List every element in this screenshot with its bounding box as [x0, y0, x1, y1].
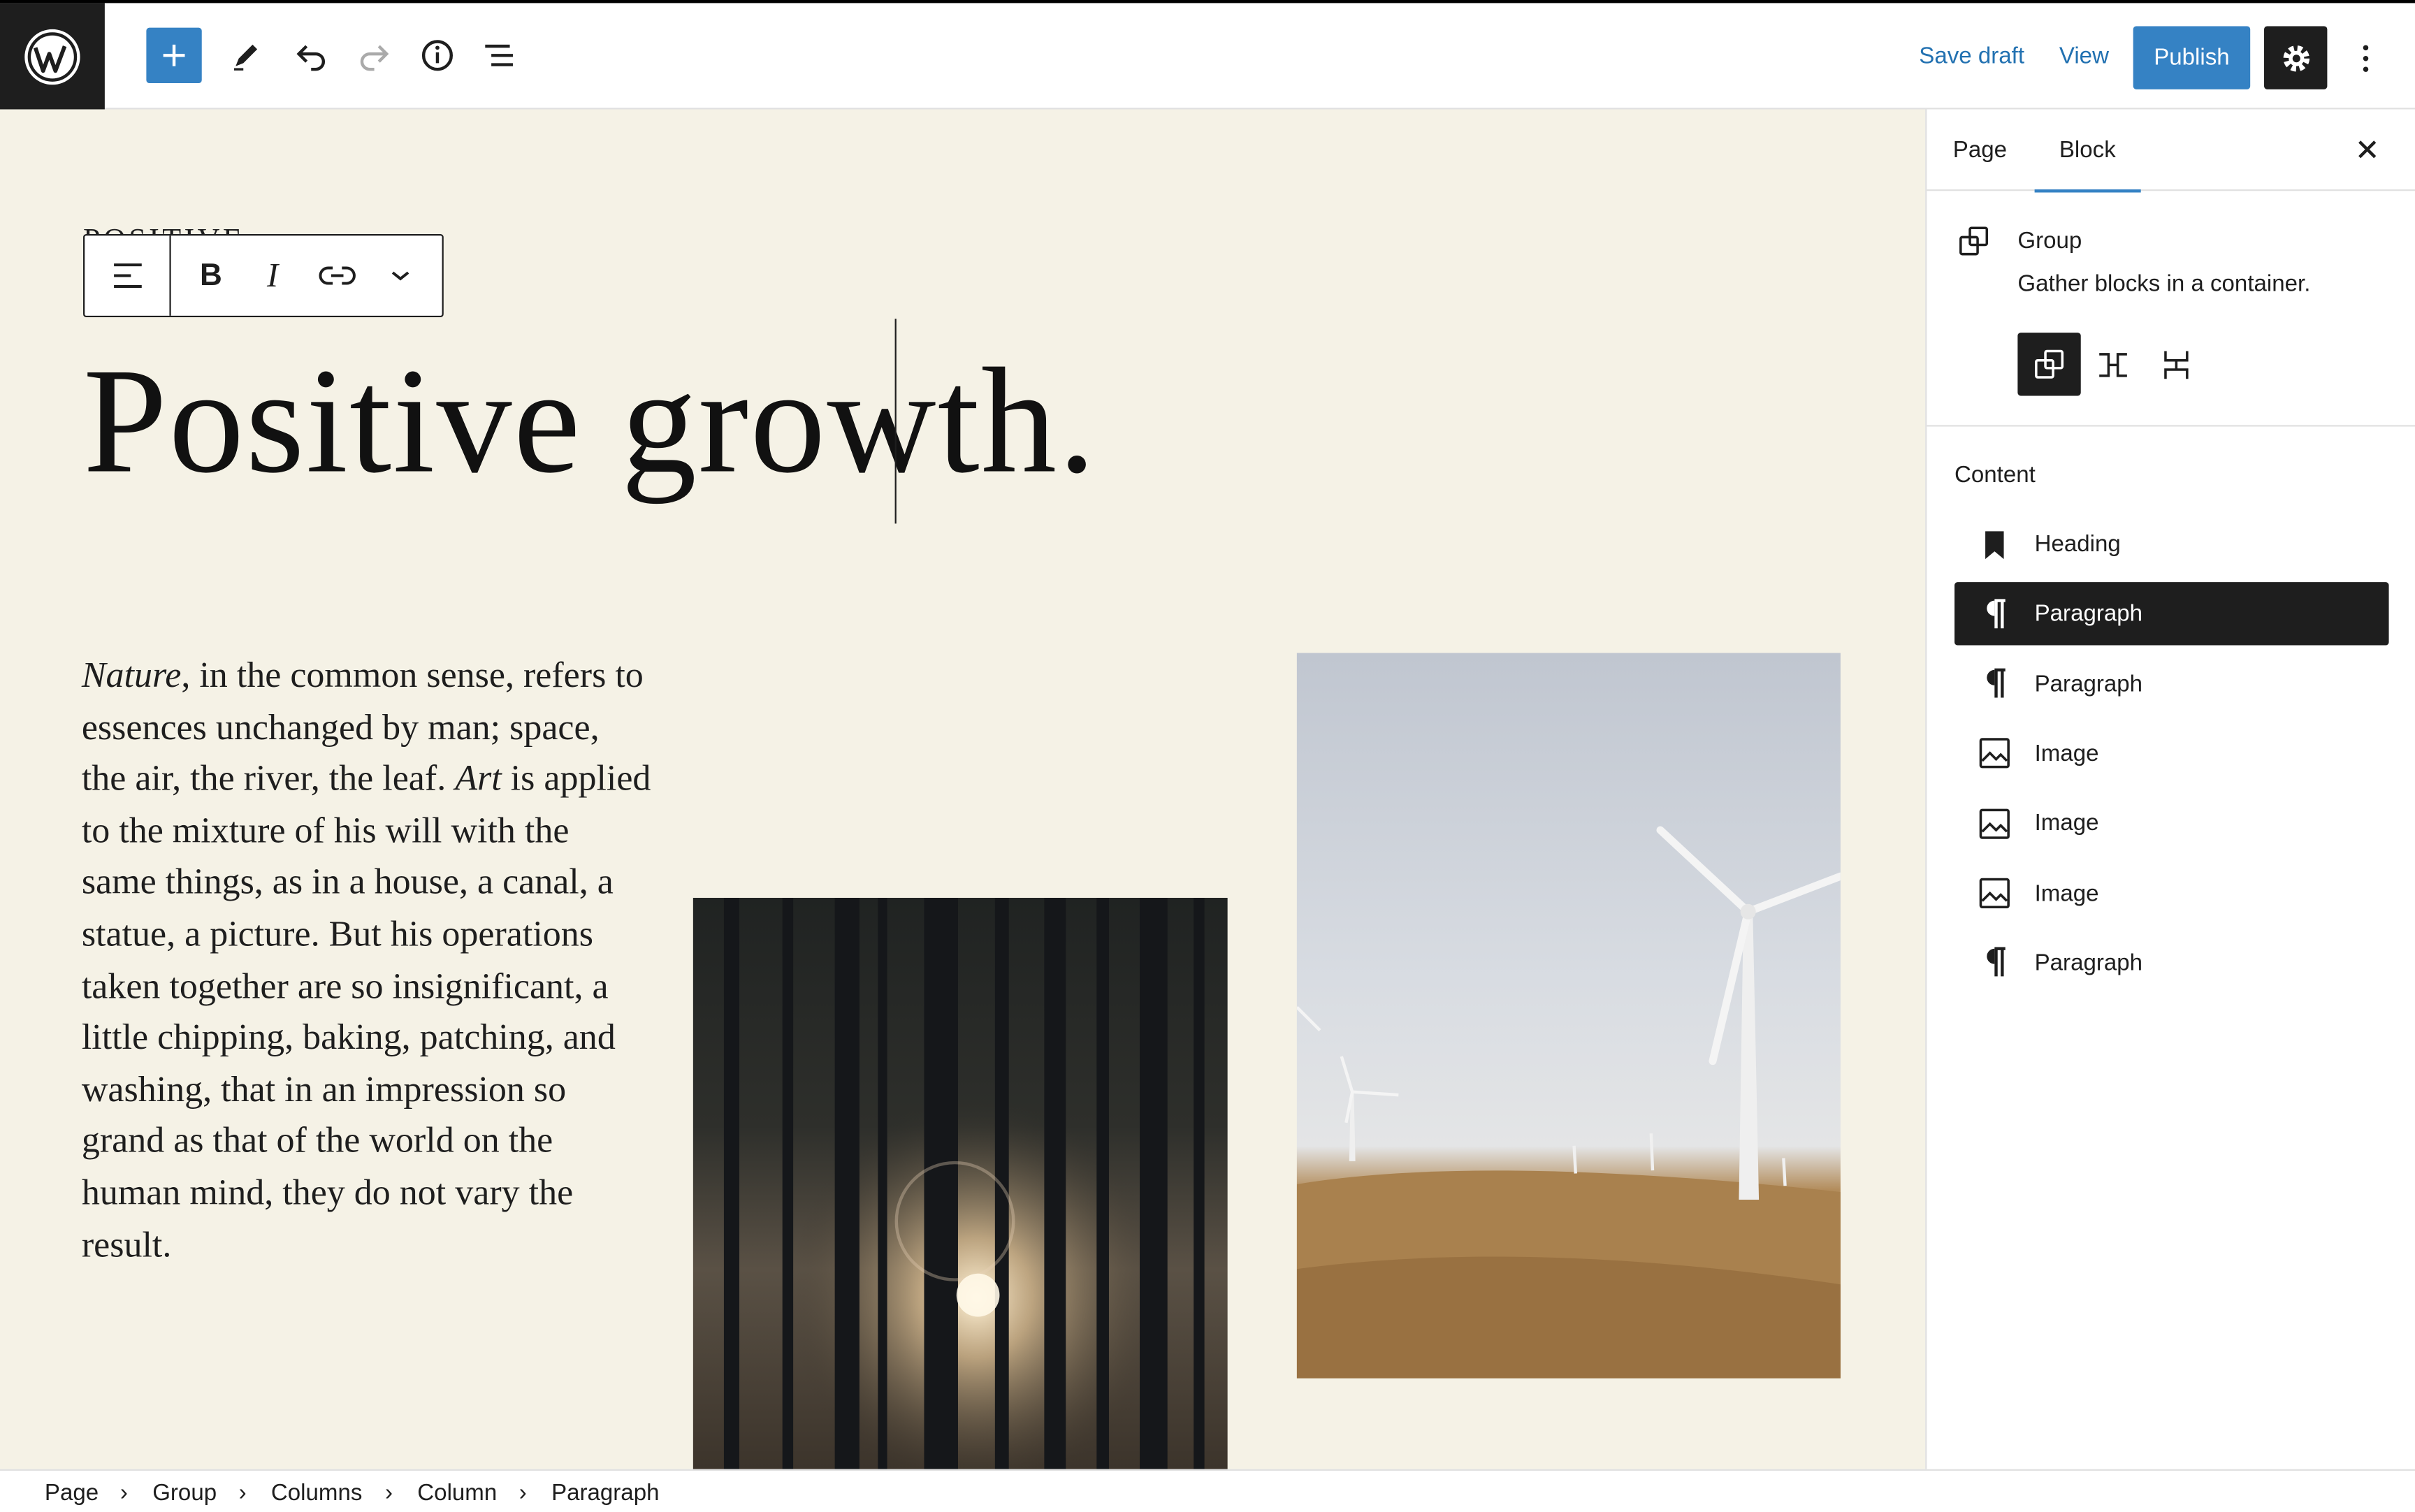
editor-window: Save draft View Publish POSITIVE B I [0, 0, 2415, 1512]
list-item-label: Image [2034, 740, 2099, 767]
paragraph-block[interactable]: Nature, in the common sense, refers to e… [82, 651, 652, 1272]
list-item[interactable]: Paragraph [1955, 653, 2389, 715]
paragraph-italic-nature: Nature [81, 655, 182, 697]
list-item[interactable]: Heading [1955, 513, 2389, 576]
list-item-label: Image [2034, 810, 2099, 837]
list-item-label: Paragraph [2034, 671, 2143, 697]
forest-image[interactable] [692, 897, 1228, 1469]
row-variation-button[interactable] [2081, 333, 2144, 395]
bookmark-icon [1955, 513, 2035, 576]
add-block-button[interactable] [146, 27, 202, 84]
breadcrumb: Page › Group › Columns › Column › Paragr… [0, 1469, 2415, 1512]
pilcrow-icon [1955, 583, 2035, 646]
italic-icon[interactable]: I [242, 235, 303, 316]
sidebar-tabs: Page Block [1927, 109, 2415, 193]
tab-block[interactable]: Block [2034, 109, 2140, 193]
redo-icon[interactable] [347, 28, 402, 83]
list-item[interactable]: Image [1955, 862, 2389, 924]
edit-tools-pencil-icon[interactable] [219, 28, 274, 83]
bold-icon[interactable]: B [180, 235, 242, 316]
toolbar-divider [169, 235, 171, 316]
list-item[interactable]: Image [1955, 722, 2389, 785]
chevron-right-icon: › [385, 1480, 393, 1506]
list-item-label: Image [2034, 880, 2099, 907]
block-toolbar: B I [83, 234, 444, 318]
chevron-right-icon: › [238, 1480, 247, 1506]
list-item-label: Paragraph [2034, 950, 2143, 976]
breadcrumb-group[interactable]: Group [152, 1480, 217, 1506]
details-info-icon[interactable] [409, 28, 465, 83]
list-item[interactable]: Paragraph [1955, 582, 2389, 646]
list-item[interactable]: Image [1955, 792, 2389, 855]
block-card: Group Gather blocks in a container. [1927, 191, 2415, 427]
block-title: Group [2017, 228, 2082, 254]
breadcrumb-column[interactable]: Column [417, 1480, 497, 1506]
pilcrow-icon [1955, 653, 2035, 715]
stack-variation-button[interactable] [2144, 333, 2207, 395]
content-section-title: Content [1955, 462, 2036, 488]
paragraph-italic-art: Art [455, 759, 502, 800]
align-left-icon[interactable] [85, 235, 169, 316]
list-item-label: Heading [2034, 531, 2121, 558]
group-variation-button[interactable] [2017, 333, 2081, 396]
wind-turbine-image[interactable] [1296, 653, 1841, 1379]
settings-sidebar: Page Block Group Gather blocks in a cont… [1925, 109, 2415, 1469]
block-description: Gather blocks in a container. [2017, 270, 2311, 298]
pilcrow-icon [1955, 931, 2035, 994]
image-icon [1955, 862, 2035, 924]
editor-canvas[interactable]: POSITIVE B I Positive growth. Nature, in… [0, 109, 1926, 1469]
image-icon [1955, 722, 2035, 785]
breadcrumb-page[interactable]: Page [45, 1480, 99, 1506]
paragraph-text-2: is applied to the mixture of his will wi… [81, 759, 651, 1265]
list-item[interactable]: Paragraph [1955, 931, 2389, 994]
top-toolbar: Save draft View Publish [0, 0, 2415, 110]
publish-button[interactable]: Publish [2133, 26, 2251, 89]
close-icon[interactable] [2346, 128, 2389, 171]
settings-gear-icon[interactable] [2264, 26, 2328, 89]
view-button[interactable]: View [2059, 43, 2109, 69]
save-draft-button[interactable]: Save draft [1919, 43, 2024, 69]
link-icon[interactable] [305, 235, 370, 316]
undo-icon[interactable] [284, 28, 339, 83]
breadcrumb-columns[interactable]: Columns [271, 1480, 362, 1506]
wordpress-logo-icon[interactable] [0, 3, 105, 110]
image-icon [1955, 792, 2035, 855]
more-options-icon[interactable] [2344, 31, 2388, 86]
chevron-right-icon: › [518, 1480, 527, 1506]
chevron-down-icon[interactable] [370, 235, 431, 316]
tab-page[interactable]: Page [1953, 109, 2007, 191]
breadcrumb-paragraph[interactable]: Paragraph [551, 1480, 659, 1506]
text-caret [894, 319, 897, 524]
group-block-icon [1957, 225, 1991, 267]
page-heading[interactable]: Positive growth. [83, 333, 1097, 514]
list-item-label: Paragraph [2034, 601, 2143, 627]
chevron-right-icon: › [119, 1480, 128, 1506]
list-view-icon[interactable] [471, 28, 526, 83]
